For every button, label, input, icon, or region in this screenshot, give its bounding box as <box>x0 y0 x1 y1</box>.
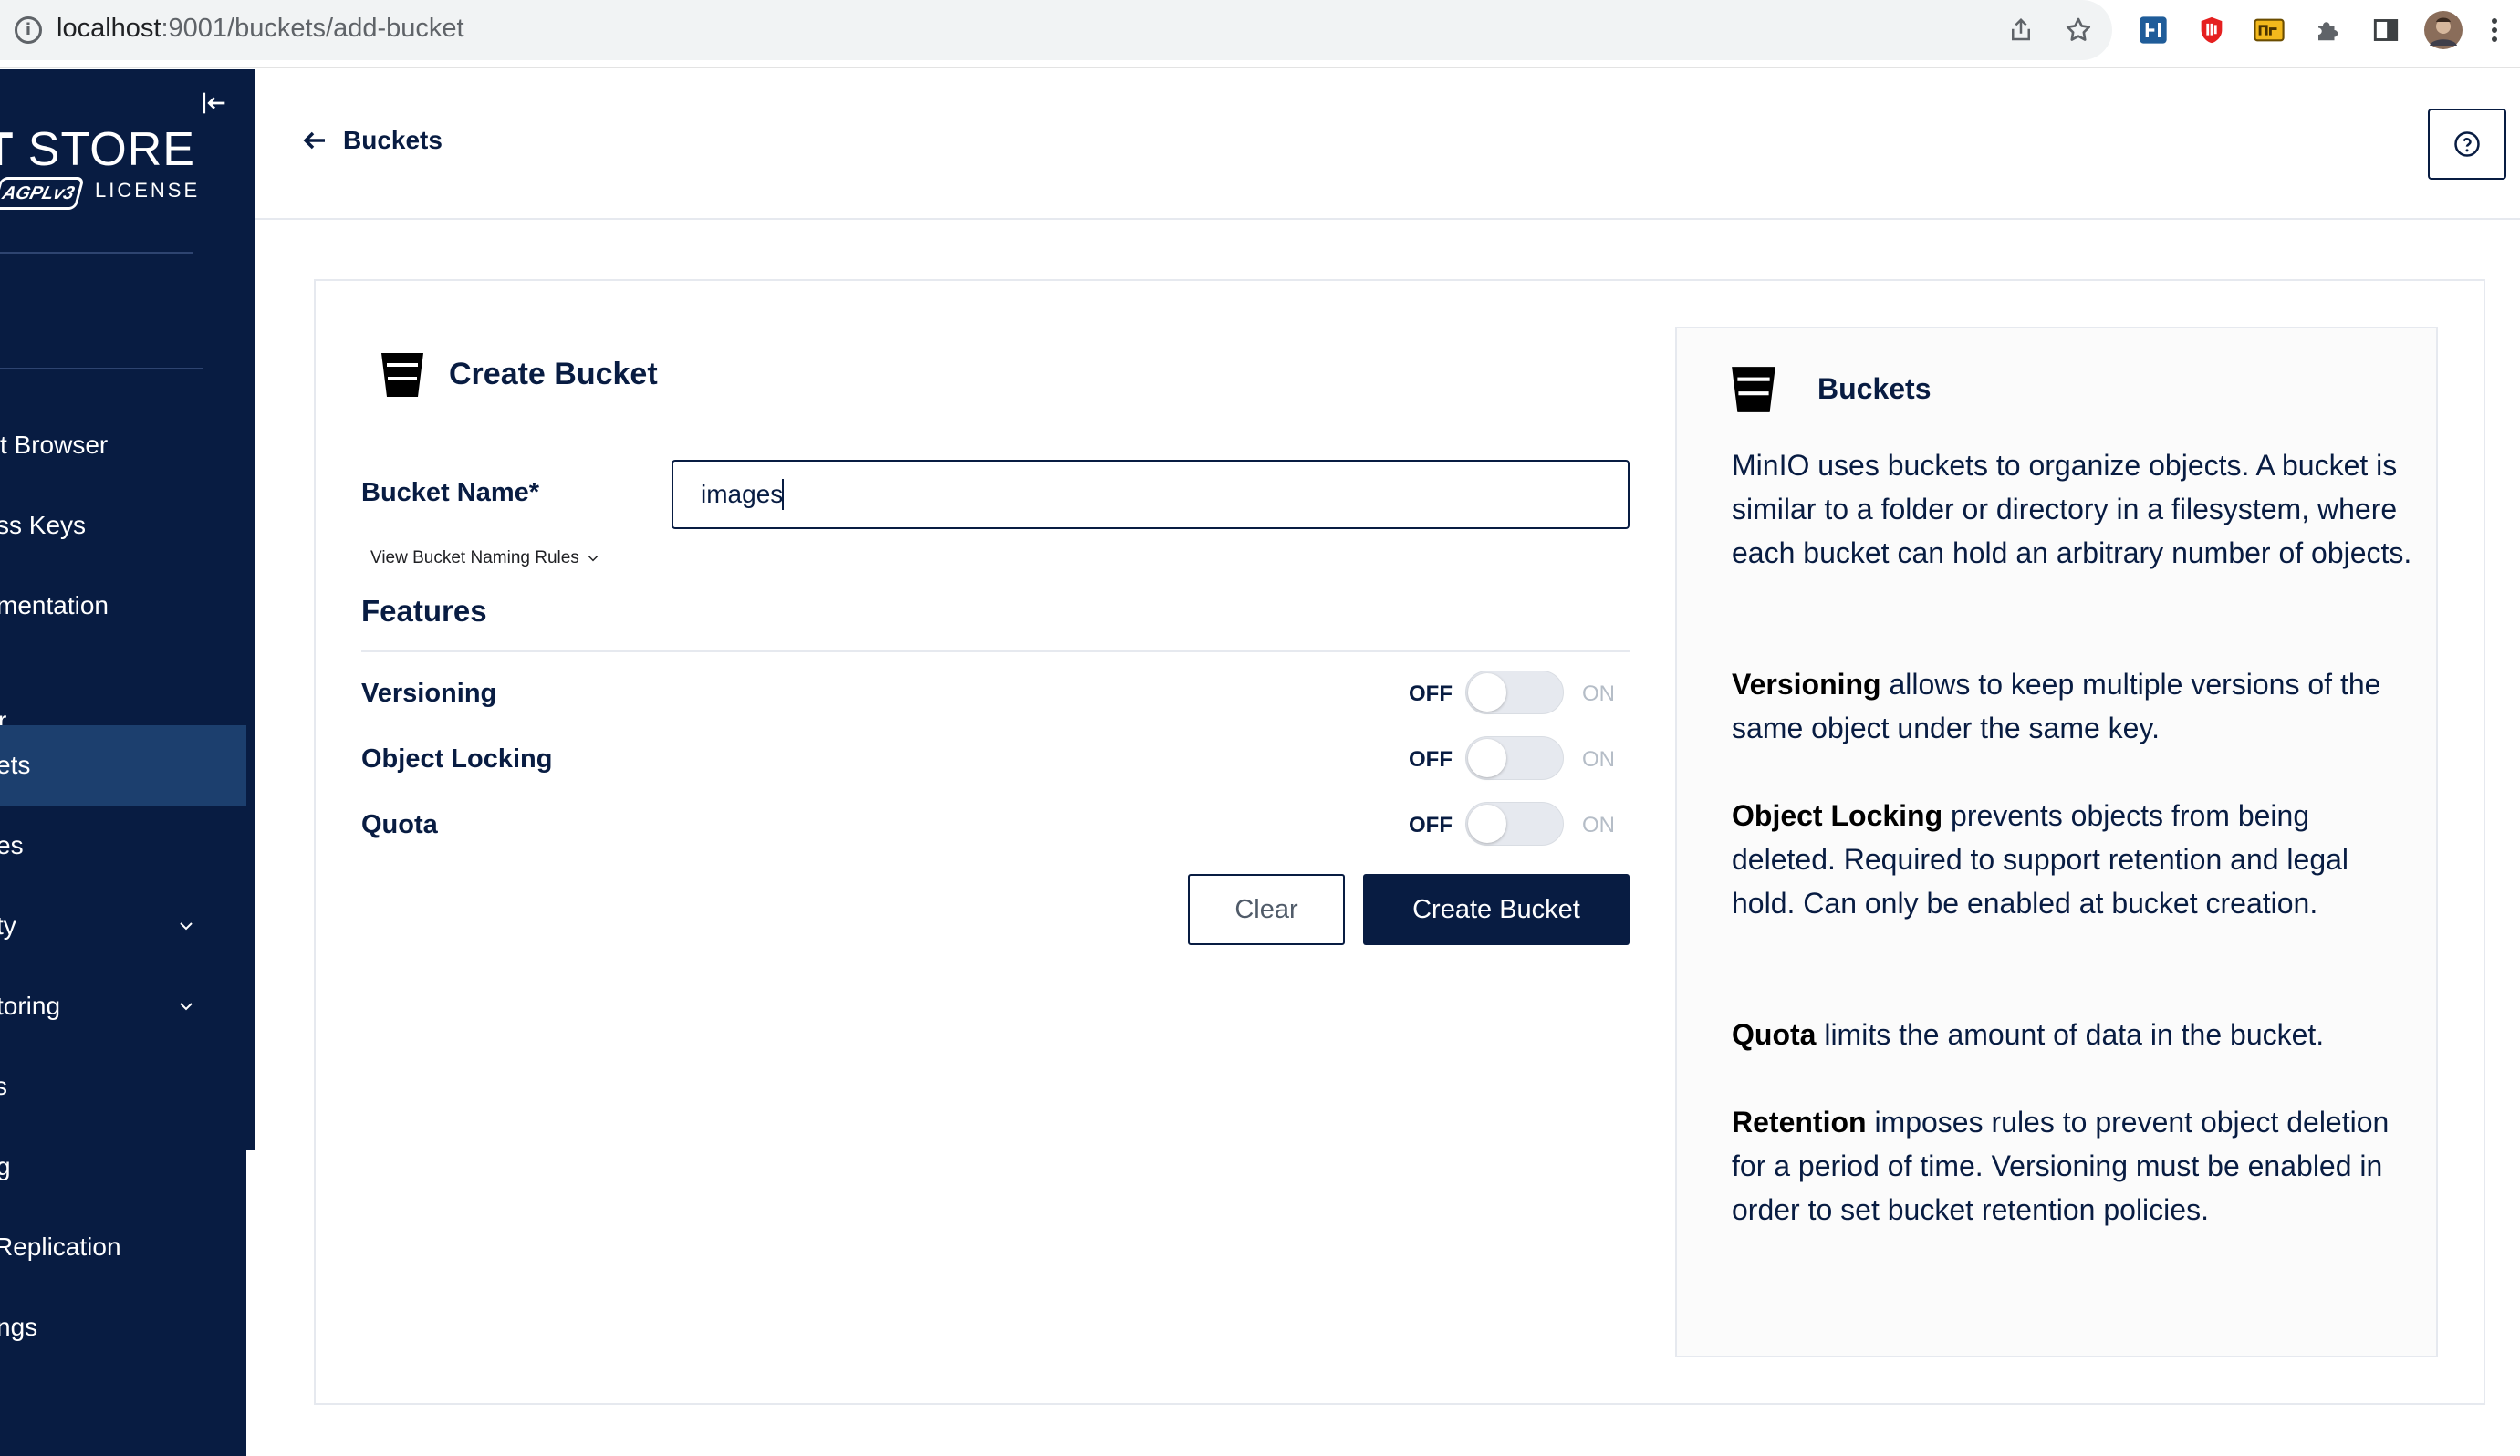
sidebar-item-label: ct Browser <box>0 431 109 459</box>
versioning-toggle[interactable] <box>1465 671 1564 714</box>
url-path: :9001/buckets/add-bucket <box>161 14 464 43</box>
quota-off-label: OFF <box>1409 813 1453 837</box>
sidebar-item-identity[interactable]: ty <box>0 886 246 966</box>
chevron-down-icon <box>588 556 598 562</box>
help-button[interactable] <box>2428 109 2506 180</box>
address-bar[interactable]: i localhost:9001/buckets/add-bucket <box>0 0 2112 60</box>
versioning-label: Versioning <box>361 679 497 708</box>
help-text: limits the amount of data in the bucket. <box>1816 1018 2325 1051</box>
text-cursor <box>782 479 784 510</box>
clear-button[interactable]: Clear <box>1188 874 1345 945</box>
bucket-icon <box>381 353 423 397</box>
sidebar-item-monitoring[interactable]: toring <box>0 966 246 1046</box>
chevron-down-icon <box>180 922 193 931</box>
sidebar-item-label: Replication <box>0 1232 121 1261</box>
form-title-text: Create Bucket <box>449 356 658 391</box>
object-locking-label: Object Locking <box>361 744 553 774</box>
help-term: Quota <box>1732 1018 1817 1051</box>
logo-wordmark: CT STORE <box>0 123 195 176</box>
profile-avatar[interactable] <box>2424 11 2463 49</box>
help-panel-header: Buckets <box>1730 363 1932 414</box>
help-term: Retention <box>1732 1106 1867 1139</box>
license-label: LICENSE <box>95 179 201 202</box>
collapse-sidebar-icon[interactable] <box>199 88 230 119</box>
quota-label: Quota <box>361 810 438 839</box>
side-panel-icon[interactable] <box>2367 11 2405 49</box>
sidebar-item-label: es <box>0 831 24 859</box>
bucket-name-input[interactable] <box>672 460 1630 529</box>
naming-rules-label: View Bucket Naming Rules <box>370 548 579 567</box>
form-title: Create Bucket <box>380 349 658 399</box>
sidebar-item-label: mentation <box>0 591 109 619</box>
features-divider <box>361 650 1630 652</box>
versioning-off-label: OFF <box>1409 681 1453 706</box>
extension-icon[interactable] <box>2192 11 2231 49</box>
sidebar-item-label: ty <box>0 911 16 940</box>
create-bucket-button[interactable]: Create Bucket <box>1363 874 1630 945</box>
agpl-badge: AGPLv3 <box>0 177 85 210</box>
quota-toggle[interactable] <box>1465 802 1564 846</box>
info-icon[interactable]: i <box>15 16 42 44</box>
help-object-locking: Object Locking prevents objects from bei… <box>1732 794 2416 925</box>
sidebar-item-label: g <box>0 1152 11 1180</box>
sidebar-item-label: ets <box>0 751 31 779</box>
view-naming-rules-link[interactable]: View Bucket Naming Rules <box>370 548 599 568</box>
url-text[interactable]: localhost:9001/buckets/add-bucket <box>57 14 464 44</box>
bucket-name-label: Bucket Name* <box>361 478 540 507</box>
sidebar-item-label: toring <box>0 992 61 1020</box>
help-panel-title: Buckets <box>1817 371 1932 405</box>
help-intro: MinIO uses buckets to organize objects. … <box>1732 449 2412 569</box>
page-header: Buckets <box>255 69 2520 220</box>
help-versioning: Versioning allows to keep multiple versi… <box>1732 662 2416 750</box>
chevron-down-icon <box>180 1003 193 1011</box>
star-icon[interactable] <box>2059 11 2098 49</box>
help-retention: Retention imposes rules to prevent objec… <box>1732 1100 2416 1232</box>
sidebar-item-settings[interactable]: ngs <box>0 1287 246 1368</box>
object-locking-off-label: OFF <box>1409 747 1453 772</box>
back-to-buckets-link[interactable]: Buckets <box>303 126 443 155</box>
toggle-knob <box>1468 739 1506 777</box>
sidebar-item-access-keys[interactable]: ss Keys <box>0 485 246 566</box>
toggle-knob <box>1468 673 1506 712</box>
sidebar-divider <box>0 252 193 254</box>
extension-icon[interactable] <box>2250 11 2288 49</box>
help-quota: Quota limits the amount of data in the b… <box>1732 1013 2416 1056</box>
sidebar-item-policies[interactable]: es <box>0 806 246 886</box>
url-host: localhost <box>57 14 161 43</box>
sidebar-item-documentation[interactable]: mentation <box>0 566 246 646</box>
object-locking-toggle[interactable] <box>1465 736 1564 780</box>
features-heading: Features <box>361 594 487 628</box>
help-term: Versioning <box>1732 668 1881 701</box>
toggle-knob <box>1468 805 1506 843</box>
back-link-label: Buckets <box>343 126 443 154</box>
sidebar-divider <box>0 368 203 369</box>
object-locking-on-label: ON <box>1582 747 1615 772</box>
browser-toolbar: i localhost:9001/buckets/add-bucket <box>0 0 2520 68</box>
menu-dots-icon[interactable] <box>2484 11 2505 49</box>
sidebar-item-label: s <box>0 1072 7 1100</box>
sidebar-item-label: ngs <box>0 1313 38 1341</box>
sidebar: CT STORE AGPLv3 LICENSE ct Browser ss Ke… <box>0 69 255 1456</box>
quota-on-label: ON <box>1582 813 1615 837</box>
help-icon <box>2454 131 2480 157</box>
sidebar-item-object-browser[interactable]: ct Browser <box>0 405 246 485</box>
sidebar-scrollbar[interactable] <box>246 1150 255 1456</box>
bucket-icon <box>1732 367 1775 412</box>
back-arrow-icon <box>303 131 325 150</box>
puzzle-icon[interactable] <box>2308 11 2347 49</box>
sidebar-item-tiering[interactable]: g <box>0 1127 246 1207</box>
sidebar-item-events[interactable]: s <box>0 1046 246 1127</box>
sidebar-item-site-replication[interactable]: Replication <box>0 1207 246 1287</box>
sidebar-item-buckets[interactable]: ets <box>0 725 246 806</box>
extension-icon[interactable] <box>2134 11 2172 49</box>
share-icon[interactable] <box>2002 11 2040 49</box>
sidebar-item-label: ss Keys <box>0 511 87 539</box>
versioning-on-label: ON <box>1582 681 1615 706</box>
help-term: Object Locking <box>1732 799 1943 832</box>
